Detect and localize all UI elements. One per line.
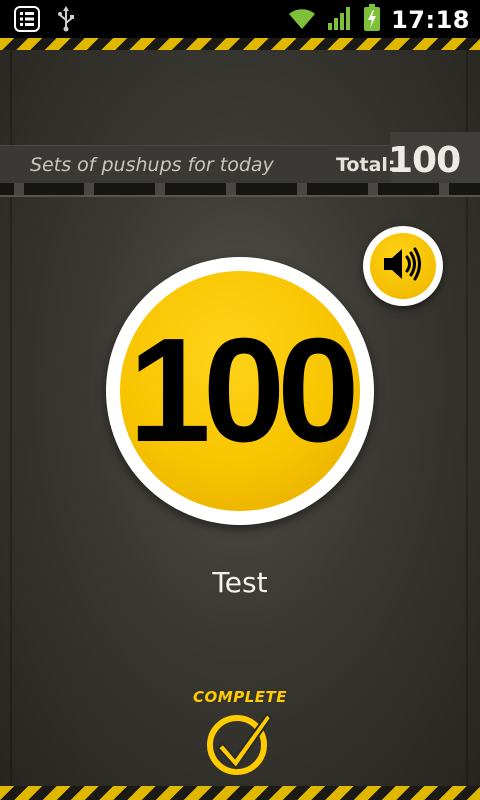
sound-button-face — [370, 233, 436, 299]
header-rail — [0, 183, 480, 195]
rail-stud — [226, 183, 236, 195]
complete-label[interactable]: COMPLETE — [0, 688, 480, 706]
rail-stud — [14, 183, 24, 195]
complete-check-icon[interactable] — [203, 708, 275, 778]
notification-icon — [14, 6, 40, 36]
rail-stud — [368, 183, 378, 195]
rail-stud — [155, 183, 165, 195]
header-title: Sets of pushups for today — [30, 154, 274, 176]
total-label: Total: — [336, 154, 396, 176]
pushup-counter-button[interactable]: 100 — [106, 257, 374, 525]
signal-icon — [327, 5, 353, 35]
rail-line — [0, 195, 480, 197]
status-time: 17:18 — [391, 6, 470, 34]
total-value: 100 — [388, 140, 461, 181]
speaker-icon — [382, 245, 424, 287]
wifi-icon — [287, 5, 317, 35]
rail-stud — [439, 183, 449, 195]
exercise-name: Test — [212, 566, 268, 599]
rail-stud — [297, 183, 307, 195]
status-bar: 17:18 — [0, 0, 480, 38]
hazard-stripe-top — [0, 38, 480, 50]
sound-toggle-button[interactable] — [363, 226, 443, 306]
counter-value: 100 — [128, 308, 360, 473]
rail-stud — [84, 183, 94, 195]
battery-charging-icon — [363, 4, 381, 36]
hazard-stripe-bottom — [0, 786, 480, 800]
usb-icon — [56, 6, 76, 36]
